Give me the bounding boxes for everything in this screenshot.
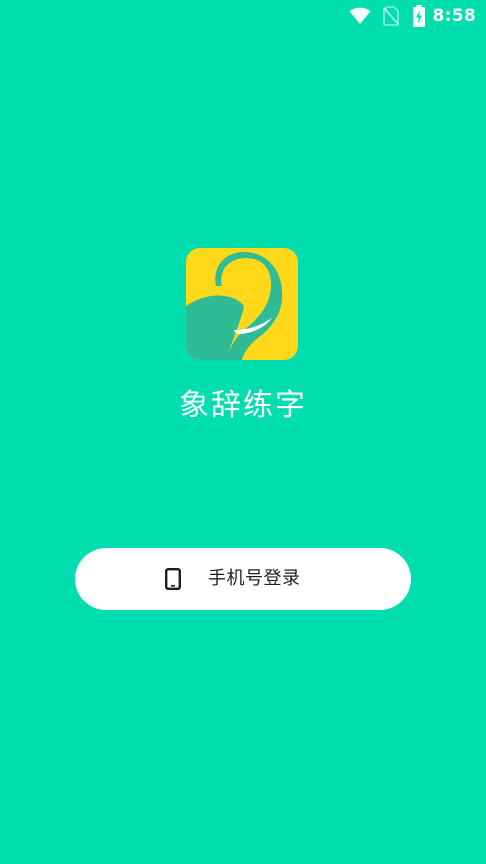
battery-charging-icon <box>412 5 425 27</box>
wifi-icon <box>349 7 371 24</box>
elephant-logo-icon <box>186 248 298 360</box>
status-bar: 8:58 <box>0 0 486 32</box>
status-icons: 8:58 <box>349 4 476 28</box>
no-sim-icon <box>382 6 399 26</box>
phone-icon <box>165 568 181 590</box>
phone-login-button[interactable]: 手机号登录 <box>75 548 411 610</box>
app-name: 象辞练字 <box>179 388 307 423</box>
clock: 8:58 <box>432 6 476 26</box>
phone-login-label: 手机号登录 <box>208 568 301 589</box>
